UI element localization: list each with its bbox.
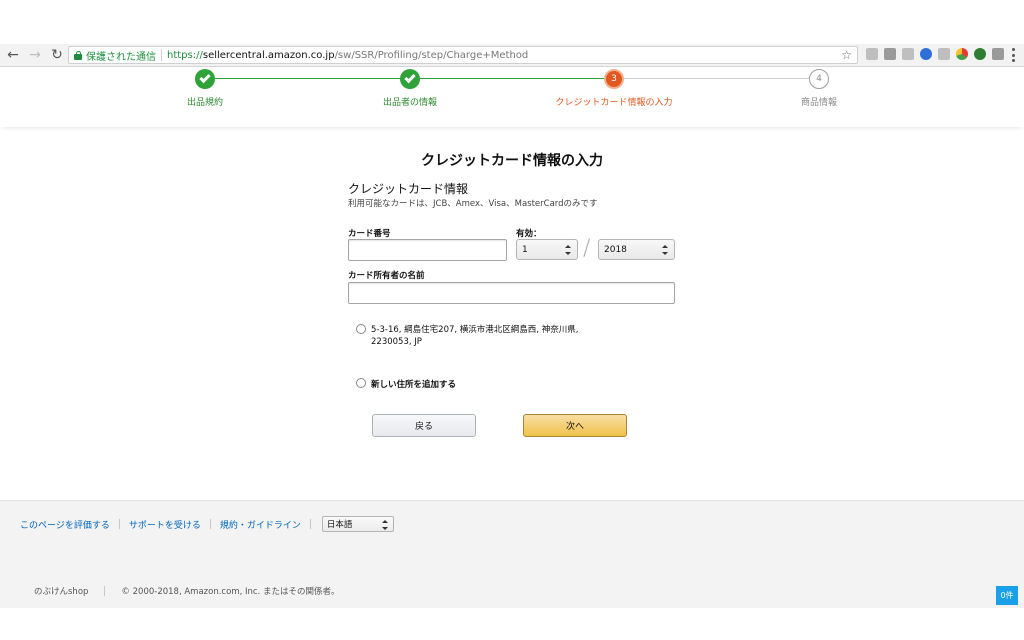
url-separator — [161, 49, 162, 61]
url-scheme: https:// — [167, 49, 203, 61]
shop-name: のぶけんshop — [34, 587, 89, 597]
copyright: © 2000-2018, Amazon.com, Inc. またはその関係者。 — [121, 587, 340, 597]
step-number-badge: 4 — [809, 69, 829, 89]
extension-reader-icon[interactable] — [938, 48, 950, 60]
get-support-link[interactable]: サポートを受ける — [129, 518, 201, 531]
browser-menu-icon[interactable] — [1012, 48, 1016, 62]
url-path: /sw/SSR/Profiling/step/Charge+Method — [334, 49, 529, 61]
accepted-cards-note: 利用可能なカードは、JCB、Amex、Visa、MasterCardのみです — [348, 199, 598, 209]
step-number-badge: 3 — [604, 69, 624, 89]
check-icon — [195, 69, 215, 89]
footer-separator — [209, 519, 211, 529]
back-button[interactable]: 戻る — [372, 414, 476, 437]
lock-icon — [74, 50, 82, 60]
forward-arrow-icon[interactable]: → — [26, 46, 44, 64]
footer: このページを評価する サポートを受ける 規約・ガイドライン 日本語 のぶけんsh… — [0, 500, 1024, 608]
extension-window-icon[interactable] — [902, 48, 914, 60]
extension-icons — [866, 48, 1004, 60]
expiry-year-select[interactable]: 2018 — [598, 239, 675, 260]
footer-separator — [118, 519, 120, 529]
select-arrows-icon — [565, 245, 571, 255]
step-product-info: 4 商品情報 — [739, 69, 899, 108]
address-line-1: 5-3-16, 綱島住宅207, 横浜市港北区綱島西, 神奈川県, — [371, 325, 579, 335]
footer-bottom: のぶけんshop © 2000-2018, Amazon.com, Inc. ま… — [34, 585, 339, 597]
step-label: 商品情報 — [800, 98, 837, 108]
address-line-2: 2230053, JP — [371, 337, 422, 347]
expiry-month-select[interactable]: 1 — [516, 239, 578, 260]
holder-name-label: カード所有者の名前 — [348, 271, 425, 281]
extension-book-icon[interactable] — [884, 48, 896, 60]
window-bottom-area — [0, 608, 1024, 640]
step-label: クレジットカード情報の入力 — [555, 98, 673, 108]
card-number-label: カード番号 — [348, 229, 391, 239]
language-select[interactable]: 日本語 — [321, 516, 394, 532]
browser-toolbar: ← → ↻ 保護された通信 https:// sellercentral.ama… — [0, 44, 1024, 67]
next-button[interactable]: 次へ — [523, 414, 627, 437]
step-credit-card: 3 クレジットカード情報の入力 — [534, 69, 694, 108]
select-arrows-icon — [381, 520, 388, 530]
language-value: 日本語 — [326, 520, 353, 530]
expiry-month-value: 1 — [522, 244, 528, 255]
extension-puzzle-icon[interactable] — [992, 48, 1004, 60]
page-title: クレジットカード情報の入力 — [421, 153, 603, 169]
select-arrows-icon — [662, 245, 668, 255]
extension-pie-icon[interactable] — [956, 48, 968, 60]
new-address-label[interactable]: 新しい住所を追加する — [371, 378, 456, 390]
policies-link[interactable]: 規約・ガイドライン — [220, 518, 301, 531]
expiry-divider: / — [583, 236, 591, 261]
rate-page-link[interactable]: このページを評価する — [20, 518, 110, 531]
footer-separator — [309, 519, 311, 529]
existing-address-radio[interactable] — [356, 324, 366, 334]
url-host: sellercentral.amazon.co.jp — [202, 49, 335, 61]
count-badge[interactable]: 0件 — [996, 586, 1018, 605]
section-title: クレジットカード情報 — [348, 182, 469, 196]
address-bar[interactable]: 保護された通信 https:// sellercentral.amazon.co… — [68, 46, 858, 64]
new-address-radio[interactable] — [356, 378, 366, 388]
step-terms: 出品規約 — [125, 69, 285, 108]
extension-blue-icon[interactable] — [920, 48, 932, 60]
footer-separator — [104, 586, 106, 596]
step-label: 出品規約 — [186, 98, 223, 108]
extension-cloud-icon[interactable] — [866, 48, 878, 60]
holder-name-input[interactable] — [348, 282, 675, 304]
card-number-input[interactable] — [348, 239, 507, 261]
window-top-area — [0, 0, 1024, 44]
check-icon — [400, 69, 420, 89]
reload-icon[interactable]: ↻ — [48, 46, 66, 64]
step-label: 出品者の情報 — [382, 98, 437, 108]
footer-links: このページを評価する サポートを受ける 規約・ガイドライン 日本語 — [20, 516, 394, 532]
expiry-year-value: 2018 — [604, 244, 627, 255]
secure-connection-label: 保護された通信 — [86, 51, 156, 63]
step-seller-info: 出品者の情報 — [330, 69, 490, 108]
star-icon[interactable]: ☆ — [841, 48, 852, 62]
progress-stepper: 出品規約 出品者の情報 3 クレジットカード情報の入力 4 商品情報 — [0, 67, 1024, 127]
back-arrow-icon[interactable]: ← — [4, 46, 22, 64]
extension-green-icon[interactable] — [974, 48, 986, 60]
expiry-label: 有効： — [516, 229, 542, 239]
